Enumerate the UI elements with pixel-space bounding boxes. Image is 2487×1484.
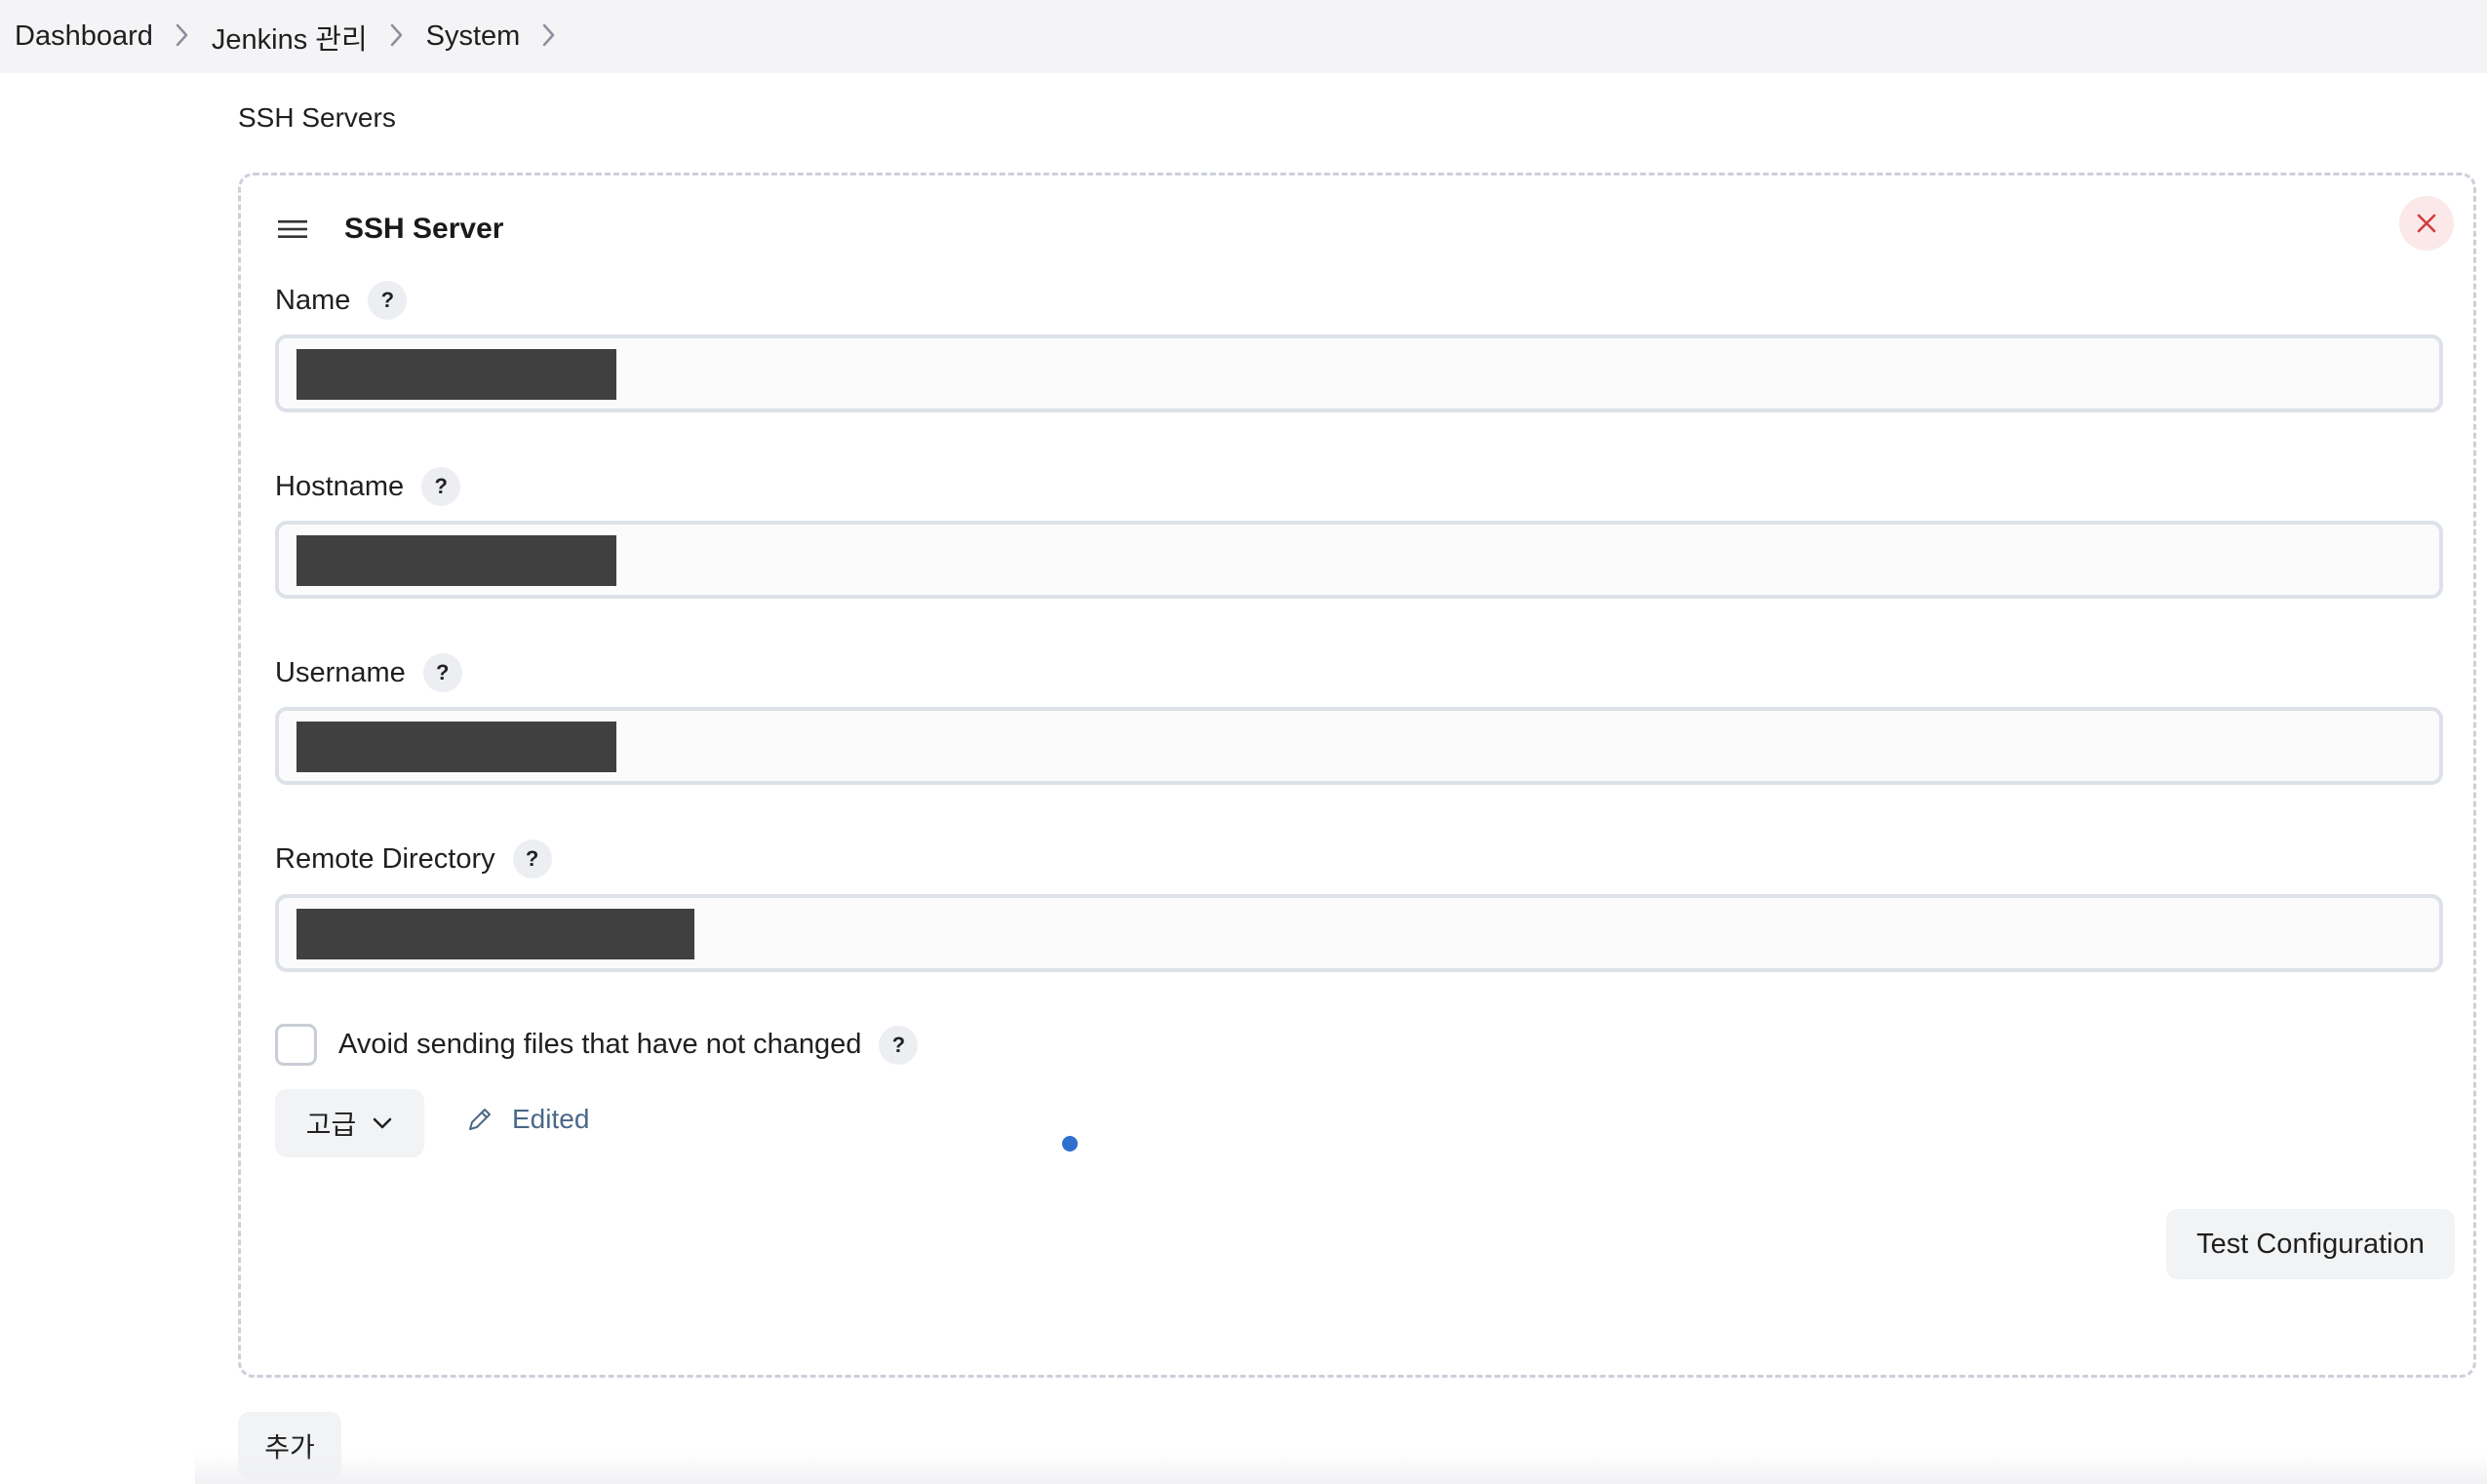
hostname-label-text: Hostname bbox=[275, 470, 405, 502]
name-help-button[interactable]: ? bbox=[368, 281, 408, 320]
card-header: SSH Server bbox=[276, 205, 503, 254]
username-label: Username ? bbox=[275, 653, 462, 692]
chevron-down-icon bbox=[374, 1117, 392, 1129]
avoid-sending-row: Avoid sending files that have not change… bbox=[275, 1024, 919, 1066]
hostname-help-button[interactable]: ? bbox=[421, 467, 461, 506]
avoid-sending-checkbox[interactable] bbox=[275, 1024, 317, 1066]
avoid-sending-help-button[interactable]: ? bbox=[879, 1025, 919, 1065]
chevron-right-icon[interactable] bbox=[153, 0, 212, 73]
username-label-text: Username bbox=[275, 656, 406, 688]
name-input[interactable] bbox=[275, 334, 2443, 412]
breadcrumb-jenkins-manage[interactable]: Jenkins 관리 bbox=[212, 17, 368, 58]
name-label: Name ? bbox=[275, 281, 408, 320]
avoid-sending-label: Avoid sending files that have not change… bbox=[338, 1029, 862, 1060]
ssh-server-card: SSH Server Name ? Hostname ? Username ? … bbox=[238, 173, 2476, 1378]
username-help-button[interactable]: ? bbox=[422, 653, 462, 692]
hostname-label: Hostname ? bbox=[275, 467, 461, 506]
card-title: SSH Server bbox=[344, 213, 504, 245]
section-title: SSH Servers bbox=[238, 102, 396, 133]
advanced-button-label: 고급 bbox=[305, 1110, 357, 1140]
status-dot bbox=[1062, 1136, 1078, 1152]
breadcrumb-dashboard[interactable]: Dashboard bbox=[15, 20, 153, 53]
remote-directory-label: Remote Directory ? bbox=[275, 840, 552, 879]
breadcrumb: Dashboard Jenkins 관리 System bbox=[0, 0, 2487, 73]
edited-indicator: Edited bbox=[465, 1104, 589, 1135]
breadcrumb-system[interactable]: System bbox=[426, 20, 521, 53]
bottom-fade bbox=[195, 1453, 2487, 1484]
pencil-icon bbox=[469, 1109, 491, 1130]
hamburger-icon[interactable] bbox=[276, 213, 309, 246]
remote-directory-help-button[interactable]: ? bbox=[512, 840, 552, 879]
close-icon bbox=[2417, 214, 2436, 233]
chevron-right-icon[interactable] bbox=[368, 0, 426, 73]
add-button[interactable]: 추가 bbox=[238, 1412, 341, 1480]
remote-directory-label-text: Remote Directory bbox=[275, 842, 495, 875]
advanced-button[interactable]: 고급 bbox=[275, 1089, 424, 1157]
redacted-value bbox=[296, 722, 616, 772]
redacted-value bbox=[296, 349, 616, 400]
redacted-value bbox=[296, 909, 694, 959]
hostname-input[interactable] bbox=[275, 521, 2443, 599]
chevron-right-icon[interactable] bbox=[520, 0, 578, 73]
test-configuration-button[interactable]: Test Configuration bbox=[2166, 1209, 2455, 1279]
redacted-value bbox=[296, 535, 616, 586]
remote-directory-input[interactable] bbox=[275, 894, 2443, 972]
name-label-text: Name bbox=[275, 284, 351, 316]
edited-label: Edited bbox=[512, 1104, 590, 1134]
delete-button[interactable] bbox=[2399, 196, 2454, 251]
username-input[interactable] bbox=[275, 707, 2443, 785]
